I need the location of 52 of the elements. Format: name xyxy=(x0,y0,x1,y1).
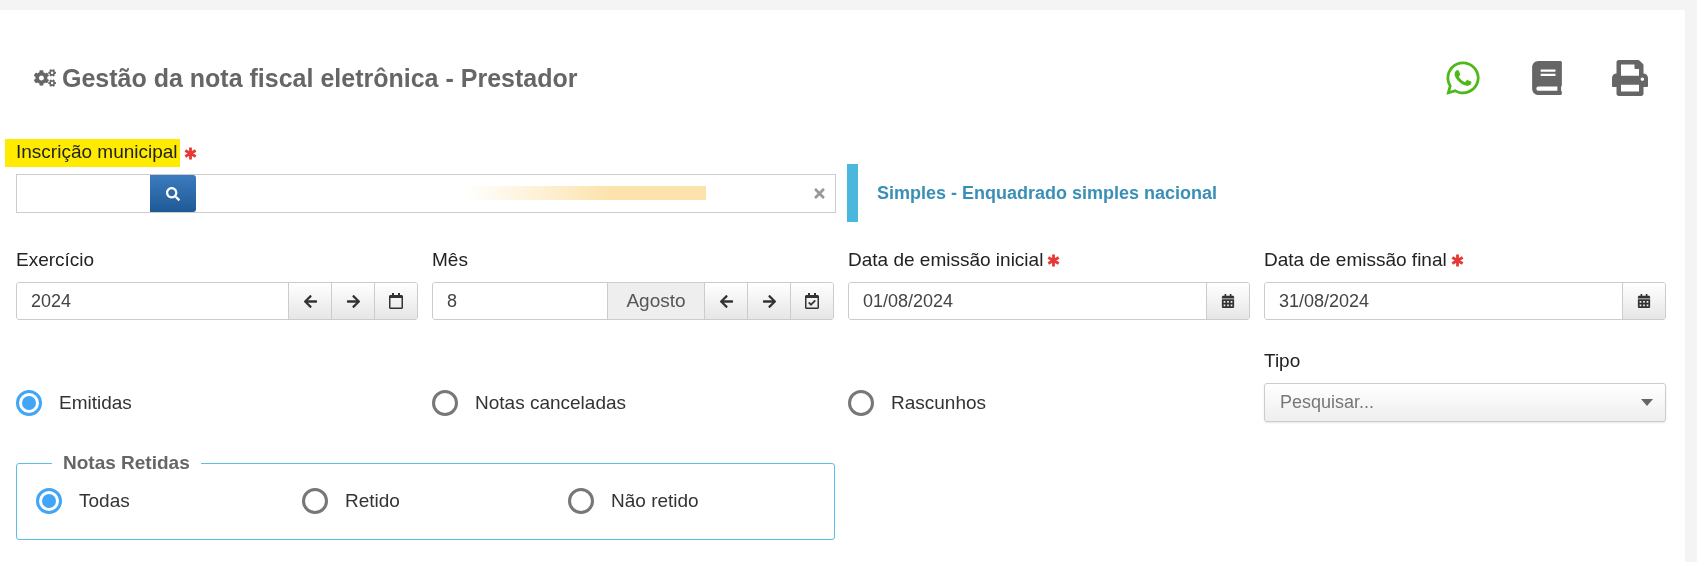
calendar-button[interactable] xyxy=(790,283,833,319)
arrow-left-icon xyxy=(718,293,734,309)
calendar-icon xyxy=(388,293,404,309)
radio-label: Retido xyxy=(345,490,400,512)
radio-icon[interactable] xyxy=(302,488,328,514)
input-group[interactable]: 8 Agosto xyxy=(432,282,834,320)
previous-button[interactable] xyxy=(704,283,747,319)
radio-label: Notas canceladas xyxy=(475,392,627,414)
previous-button[interactable] xyxy=(288,283,331,319)
search-button[interactable] xyxy=(150,175,196,212)
whatsapp-icon[interactable] xyxy=(1444,59,1482,97)
type-select[interactable]: Pesquisar... xyxy=(1264,383,1666,422)
radio-label: Não retido xyxy=(611,490,699,512)
calendar-button[interactable] xyxy=(1206,283,1249,319)
search-icon xyxy=(166,186,180,201)
radio-label: Todas xyxy=(79,490,130,512)
input-field[interactable] xyxy=(16,174,836,213)
radio-icon[interactable] xyxy=(848,390,874,416)
radio-icon[interactable] xyxy=(16,390,42,416)
calendar-button[interactable] xyxy=(1622,283,1665,319)
field-label: Data de emissão inicial xyxy=(848,249,1044,271)
field-label: Inscrição municipal xyxy=(5,139,180,167)
group-legend: Notas Retidas xyxy=(52,452,201,474)
regime-info: Simples - Enquadrado simples nacional xyxy=(847,164,1218,222)
arrow-left-icon xyxy=(302,293,318,309)
calendar-icon xyxy=(1637,294,1651,308)
gears-icon xyxy=(34,67,56,89)
radio-label: Emitidas xyxy=(59,392,132,414)
radio-icon[interactable] xyxy=(36,488,62,514)
radio-icon[interactable] xyxy=(568,488,594,514)
calendar-check-icon xyxy=(804,293,820,309)
page-title: Gestão da nota fiscal eletrônica - Prestador xyxy=(62,63,579,93)
input-group[interactable]: 2024 xyxy=(16,282,418,320)
input-group[interactable]: 01/08/2024 xyxy=(848,282,1250,320)
month-name: Agosto xyxy=(607,283,704,319)
radio-icon[interactable] xyxy=(432,390,458,416)
arrow-right-icon xyxy=(761,293,777,309)
field-label: Exercício xyxy=(16,249,95,271)
book-icon[interactable] xyxy=(1530,61,1564,95)
field-label: Data de emissão final xyxy=(1264,249,1447,271)
input-group[interactable]: 31/08/2024 xyxy=(1264,282,1666,320)
caret-icon xyxy=(1641,399,1653,406)
close-icon xyxy=(812,186,827,201)
next-button[interactable] xyxy=(331,283,374,319)
calendar-icon xyxy=(1221,294,1235,308)
calendar-button[interactable] xyxy=(374,283,417,319)
field-label: Tipo xyxy=(1264,350,1301,372)
radio-label: Rascunhos xyxy=(891,392,987,414)
print-icon[interactable] xyxy=(1612,60,1648,96)
field-label: Mês xyxy=(432,249,468,271)
arrow-right-icon xyxy=(345,293,361,309)
next-button[interactable] xyxy=(747,283,790,319)
